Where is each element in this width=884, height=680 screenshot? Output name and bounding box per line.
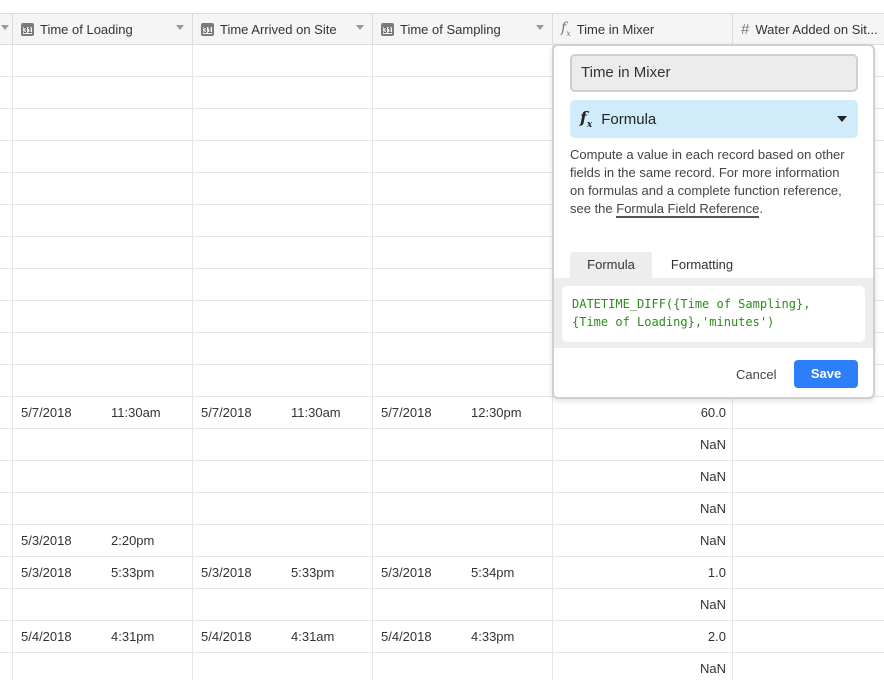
column-header-label: Time of Loading (40, 21, 133, 37)
table-row[interactable]: 5/7/2018 11:30am 5/7/2018 11:30am 5/7/20… (0, 397, 884, 429)
chevron-down-icon[interactable] (176, 25, 184, 30)
column-header-label: Water Added on Sit... (755, 21, 878, 37)
chevron-down-icon (837, 116, 847, 122)
cell-sample-time[interactable]: 4:33pm (471, 621, 514, 652)
cell-arrive-date[interactable]: 5/4/2018 (201, 621, 252, 652)
cell-time-in-mixer[interactable]: NaN (560, 461, 726, 492)
cell-load-time[interactable]: 5:33pm (111, 557, 154, 588)
column-header-time-of-loading[interactable]: 31 Time of Loading (13, 14, 193, 44)
cell-load-date[interactable]: 5/7/2018 (21, 397, 72, 428)
formula-icon: fx (580, 107, 593, 131)
column-header-time-arrived-on-site[interactable]: 31 Time Arrived on Site (193, 14, 373, 44)
cell-time-in-mixer[interactable]: NaN (560, 589, 726, 620)
cell-time-in-mixer[interactable]: 1.0 (560, 557, 726, 588)
table-row[interactable]: 5/3/2018 5:33pm 5/3/2018 5:33pm 5/3/2018… (0, 557, 884, 589)
formula-reference-link[interactable]: Formula Field Reference (616, 201, 760, 218)
column-header-label: Time Arrived on Site (220, 21, 337, 37)
column-header-partial[interactable] (0, 14, 13, 44)
tab-formula[interactable]: Formula (570, 252, 652, 278)
tab-formatting[interactable]: Formatting (656, 252, 748, 278)
column-header-label: Time in Mixer (576, 21, 655, 37)
cell-time-in-mixer[interactable]: NaN (560, 525, 726, 556)
cell-arrive-date[interactable]: 5/3/2018 (201, 557, 252, 588)
cell-load-date[interactable]: 5/3/2018 (21, 525, 72, 556)
cell-load-date[interactable]: 5/4/2018 (21, 621, 72, 652)
cell-time-in-mixer[interactable]: NaN (560, 429, 726, 460)
number-icon: # (741, 20, 750, 38)
cell-load-date[interactable]: 5/3/2018 (21, 557, 72, 588)
calendar-icon: 31 (381, 22, 394, 36)
cell-arrive-time[interactable]: 5:33pm (291, 557, 334, 588)
column-header-time-in-mixer[interactable]: fx Time in Mixer (553, 14, 733, 44)
field-type-label: Formula (601, 110, 657, 128)
table-row[interactable]: NaN (0, 653, 884, 680)
chevron-down-icon[interactable] (356, 25, 364, 30)
table-row[interactable]: 5/4/2018 4:31pm 5/4/2018 4:31am 5/4/2018… (0, 621, 884, 653)
cell-arrive-date[interactable]: 5/7/2018 (201, 397, 252, 428)
table-row[interactable]: NaN (0, 429, 884, 461)
cell-sample-date[interactable]: 5/7/2018 (381, 397, 432, 428)
column-header-time-of-sampling[interactable]: 31 Time of Sampling (373, 14, 553, 44)
calendar-icon: 31 (201, 22, 214, 36)
cancel-button[interactable]: Cancel (736, 366, 776, 384)
chevron-down-icon[interactable] (536, 25, 544, 30)
cell-time-in-mixer[interactable]: NaN (560, 653, 726, 680)
formula-editor-area: DATETIME_DIFF({Time of Sampling}, {Time … (554, 278, 873, 348)
description-suffix: . (759, 201, 763, 216)
table-row[interactable]: NaN (0, 461, 884, 493)
cell-load-time[interactable]: 11:30am (111, 397, 161, 428)
column-header-water-added-on-site[interactable]: # Water Added on Sit... (733, 14, 884, 44)
save-button[interactable]: Save (794, 360, 858, 388)
column-header-label: Time of Sampling (400, 21, 501, 37)
formula-icon: fx (561, 20, 571, 38)
field-type-select[interactable]: fx Formula (570, 100, 858, 138)
cell-time-in-mixer[interactable]: 60.0 (560, 397, 726, 428)
table-row[interactable]: 5/3/2018 2:20pm NaN (0, 525, 884, 557)
cell-time-in-mixer[interactable]: 2.0 (560, 621, 726, 652)
cell-time-in-mixer[interactable]: NaN (560, 493, 726, 524)
field-editor-popup: Time in Mixer fx Formula Compute a value… (552, 44, 875, 399)
cell-sample-date[interactable]: 5/3/2018 (381, 557, 432, 588)
formula-input[interactable]: DATETIME_DIFF({Time of Sampling}, {Time … (562, 286, 865, 342)
cell-arrive-time[interactable]: 11:30am (291, 397, 341, 428)
field-name-input[interactable]: Time in Mixer (570, 54, 858, 92)
cell-load-time[interactable]: 2:20pm (111, 525, 154, 556)
column-header-bar: 31 Time of Loading 31 Time Arrived on Si… (0, 13, 884, 45)
cell-arrive-time[interactable]: 4:31am (291, 621, 334, 652)
field-type-description: Compute a value in each record based on … (570, 146, 850, 218)
cell-sample-date[interactable]: 5/4/2018 (381, 621, 432, 652)
formula-tabs: Formula Formatting (570, 252, 866, 278)
table-row[interactable]: NaN (0, 589, 884, 621)
cell-sample-time[interactable]: 12:30pm (471, 397, 522, 428)
calendar-icon: 31 (21, 22, 34, 36)
cell-sample-time[interactable]: 5:34pm (471, 557, 514, 588)
table-row[interactable]: NaN (0, 493, 884, 525)
cell-load-time[interactable]: 4:31pm (111, 621, 154, 652)
